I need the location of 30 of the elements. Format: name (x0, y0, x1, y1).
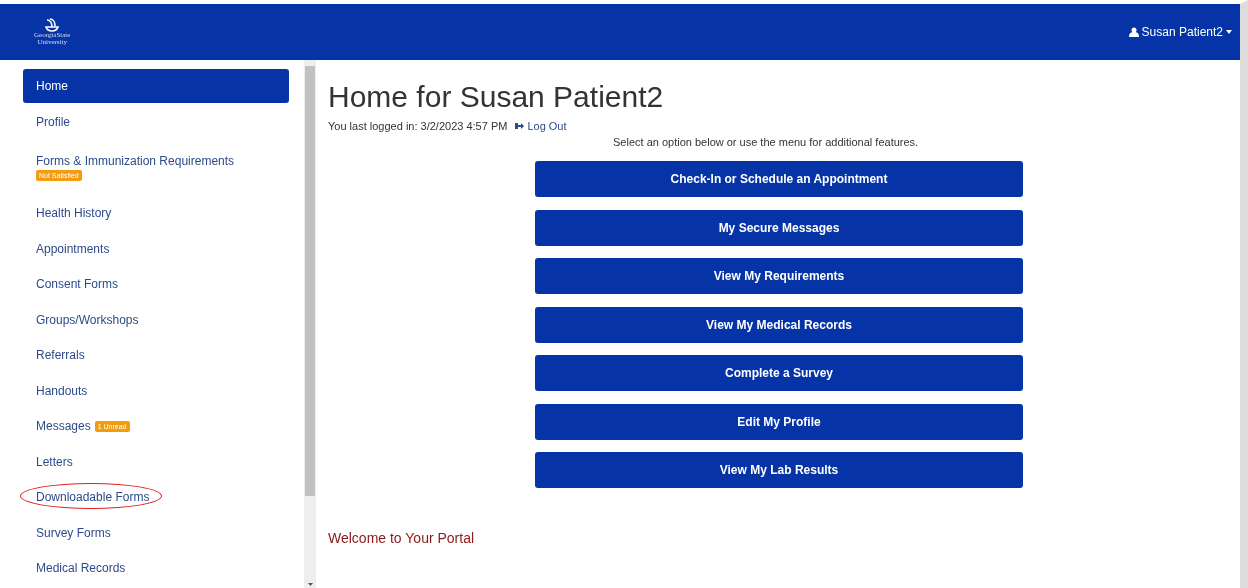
page-title: Home for Susan Patient2 (328, 80, 665, 114)
sidebar-item[interactable]: Health History (23, 195, 289, 231)
sidebar-item[interactable]: Downloadable Forms (23, 479, 289, 515)
logout-link[interactable]: Log Out (515, 120, 567, 132)
option-button[interactable]: View My Requirements (535, 258, 1023, 294)
option-button[interactable]: View My Lab Results (535, 452, 1023, 488)
section-heading: Welcome to Your Portal (328, 530, 476, 546)
option-button[interactable]: My Secure Messages (535, 209, 1023, 246)
sidebar-item[interactable]: Medical Records (23, 550, 289, 586)
scroll-down-icon[interactable] (307, 583, 313, 586)
sidebar-item[interactable]: Profile (23, 104, 289, 140)
user-icon (1128, 27, 1139, 37)
sidebar-item[interactable]: Appointments (23, 231, 289, 267)
user-menu[interactable]: Susan Patient2 (1128, 25, 1232, 39)
sidebar-item[interactable]: Referrals (23, 337, 289, 373)
sign-out-icon (515, 122, 525, 130)
last-login-text: You last logged in: 3/2/2023 4:57 PM (328, 120, 508, 132)
sidebar-item[interactable]: Consent Forms (23, 266, 289, 302)
instruction-text: Select an option below or use the menu for additional features. (613, 136, 920, 148)
caret-icon (1226, 30, 1232, 34)
sidebar-item[interactable]: Handouts (23, 373, 289, 409)
option-button[interactable]: Edit My Profile (535, 403, 1023, 440)
sidebar-item[interactable]: Groups/Workshops (23, 302, 289, 338)
sidebar-item[interactable]: Survey Forms (23, 515, 289, 551)
scrollbar[interactable] (304, 60, 316, 588)
sidebar-item[interactable]: Home (23, 69, 289, 103)
sidebar-item[interactable]: Letters (23, 444, 289, 480)
option-button[interactable]: Check-In or Schedule an Appointment (535, 161, 1023, 197)
option-button[interactable]: Complete a Survey (535, 355, 1023, 391)
option-button[interactable]: View My Medical Records (535, 306, 1023, 343)
